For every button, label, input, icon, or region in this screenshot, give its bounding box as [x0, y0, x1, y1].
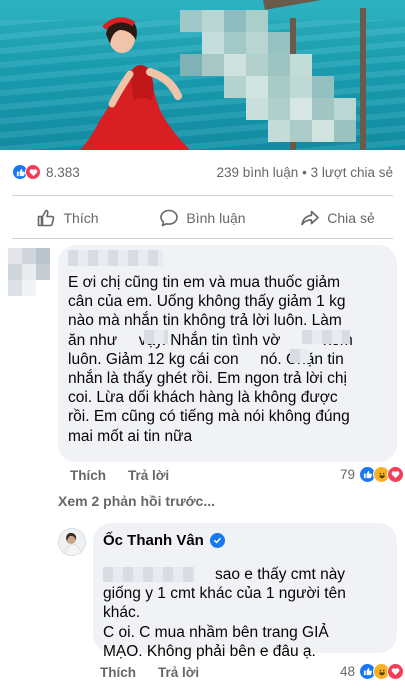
- thumbs-up-icon: [38, 209, 55, 227]
- reply-reply-link[interactable]: Trả lời: [158, 665, 199, 680]
- reply-like-link[interactable]: Thích: [100, 665, 136, 680]
- like-button[interactable]: Thích: [0, 208, 135, 228]
- comment-reaction-count[interactable]: 79: [340, 466, 405, 483]
- reaction-count: 8.383: [46, 164, 80, 180]
- reply-reaction-count[interactable]: 48: [340, 663, 405, 680]
- comment-icon: [160, 209, 179, 227]
- divider-top: [12, 195, 393, 196]
- comment-button[interactable]: Bình luận: [135, 208, 270, 228]
- divider-bottom: [12, 238, 393, 239]
- shares-count-link[interactable]: 3 lượt chia sẻ: [311, 165, 393, 180]
- reaction-summary[interactable]: 8.383: [12, 164, 80, 180]
- comment-like-link[interactable]: Thích: [70, 468, 106, 483]
- verified-badge-icon: [209, 533, 225, 548]
- share-arrow-icon: [301, 210, 320, 226]
- comment-share-counts: 239 bình luận • 3 lượt chia sẻ: [216, 165, 393, 180]
- post-photo[interactable]: [0, 0, 405, 150]
- post-stats-row: 8.383 239 bình luận • 3 lượt chia sẻ: [12, 160, 393, 184]
- comments-count-link[interactable]: 239 bình luận: [216, 165, 298, 180]
- pixelated-area: [180, 0, 380, 150]
- comment-button-label: Bình luận: [186, 210, 246, 226]
- love-icon: [387, 663, 405, 680]
- censored-word-2: [302, 330, 350, 344]
- commenter-avatar-pixelated[interactable]: [8, 248, 54, 298]
- commenter-name-pixelated[interactable]: [68, 250, 163, 266]
- view-previous-replies-link[interactable]: Xem 2 phản hồi trước...: [58, 493, 215, 509]
- dot-separator: •: [302, 164, 307, 180]
- like-button-label: Thích: [63, 210, 99, 226]
- mentioned-name-pixelated[interactable]: [103, 567, 195, 582]
- love-icon: [25, 164, 41, 180]
- share-button-label: Chia sẻ: [327, 210, 375, 226]
- comment-reply-link[interactable]: Trả lời: [128, 468, 169, 483]
- love-icon: [387, 466, 405, 483]
- reply-author-avatar[interactable]: [58, 528, 86, 556]
- censored-word-3: [290, 349, 310, 363]
- comment-text: E ơi chị cũng tin em và mua thuốc giảm c…: [68, 274, 353, 445]
- post-action-bar: Thích Bình luận Chia sẻ: [0, 201, 405, 235]
- reply-author-name[interactable]: Ốc Thanh Vân: [103, 532, 204, 549]
- censored-word-1: [144, 330, 168, 344]
- share-button[interactable]: Chia sẻ: [270, 208, 405, 228]
- reply-author-row: Ốc Thanh Vân: [103, 532, 225, 549]
